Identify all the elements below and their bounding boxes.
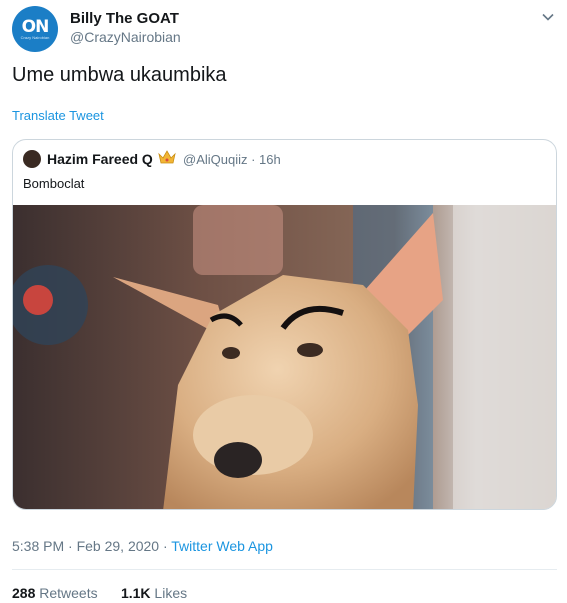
- avatar-logo-subtext: Crazy Nairobian: [20, 34, 50, 40]
- retweets-label: Retweets: [39, 585, 98, 601]
- quoted-avatar[interactable]: [23, 150, 41, 168]
- likes-label: Likes: [154, 585, 188, 601]
- quoted-handle-time: @AliQuqiiz · 16h: [183, 152, 281, 167]
- tweet-source-link[interactable]: Twitter Web App: [171, 538, 273, 554]
- crown-icon: [158, 150, 176, 164]
- likes-stat[interactable]: 1.1K Likes: [121, 585, 187, 601]
- author-handle[interactable]: @CrazyNairobian: [70, 29, 181, 45]
- avatar-logo-text: ON: [21, 16, 50, 37]
- quoted-image[interactable]: [13, 205, 557, 510]
- translate-tweet-link[interactable]: Translate Tweet: [12, 108, 104, 123]
- divider: [12, 569, 557, 570]
- quoted-author-name: Hazim Fareed Q: [47, 151, 153, 167]
- tweet-meta: 5:38 PM · Feb 29, 2020 · Twitter Web App: [12, 538, 273, 554]
- tweet-stats: 288 Retweets 1.1K Likes: [12, 585, 187, 601]
- author-name[interactable]: Billy The GOAT: [70, 10, 179, 27]
- likes-count: 1.1K: [120, 585, 151, 601]
- quoted-tweet-card[interactable]: Hazim Fareed Q @AliQuqiiz · 16h Bombocla…: [12, 139, 557, 510]
- retweets-stat[interactable]: 288 Retweets: [12, 585, 98, 601]
- tweet-timestamp[interactable]: 5:38 PM · Feb 29, 2020 ·: [12, 538, 171, 554]
- chevron-down-icon[interactable]: [541, 10, 555, 24]
- author-avatar[interactable]: ON Crazy Nairobian: [12, 6, 58, 52]
- retweets-count: 288: [12, 585, 36, 601]
- quoted-tweet-text: Bomboclat: [23, 176, 85, 191]
- tweet-text: Ume umbwa ukaumbika: [12, 64, 227, 86]
